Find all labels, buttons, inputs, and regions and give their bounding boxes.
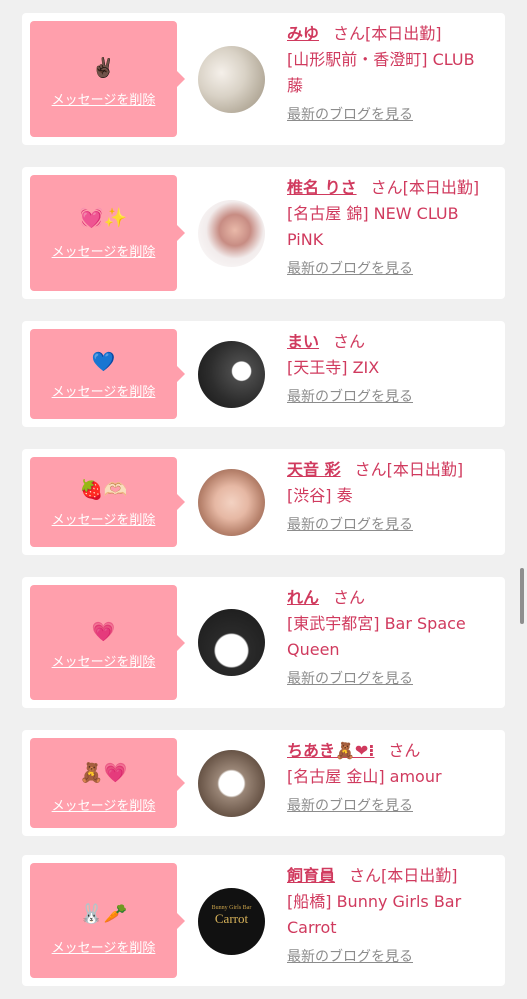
name-line: 天音 彩さん[本日出勤] (287, 457, 495, 483)
view-blog-link[interactable]: 最新のブログを見る (287, 669, 413, 689)
shop-label: [名古屋 錦] NEW CLUB PiNK (287, 204, 459, 249)
name-line: ちあき🧸❤︎⁝ さん (287, 738, 495, 764)
message-emoji: 🍓🫶🏻 (79, 479, 128, 501)
card-info: 飼育員 さん[本日出勤] [船橋] Bunny Girls Bar Carrot … (287, 863, 495, 967)
cast-name-link[interactable]: みゆ (287, 24, 319, 43)
delete-message-link[interactable]: メッセージを削除 (30, 937, 177, 956)
view-blog-link[interactable]: 最新のブログを見る (287, 105, 413, 125)
name-line: みゆ さん[本日出勤] (287, 21, 495, 47)
message-emoji: ✌🏿 (91, 57, 116, 79)
avatar[interactable]: Bunny Girls Bar Carrot (198, 888, 265, 955)
message-card: ✌🏿 メッセージを削除 みゆ さん[本日出勤] [山形駅前・香澄町] CLUB 藤… (22, 13, 505, 145)
card-info: 天音 彩さん[本日出勤] [渋谷] 奏 最新のブログを見る (287, 457, 495, 535)
message-bubble: 🍓🫶🏻 メッセージを削除 (30, 457, 185, 547)
card-info: まい さん [天王寺] ZIX 最新のブログを見る (287, 329, 495, 407)
card-info: 椎名 りさ さん[本日出勤] [名古屋 錦] NEW CLUB PiNK 最新のブ… (287, 175, 495, 279)
name-suffix: さん (333, 588, 366, 607)
name-suffix: さん[本日出勤] (349, 866, 458, 885)
avatar[interactable] (198, 200, 265, 267)
card-info: れん さん [東武宇都宮] Bar Space Queen 最新のブログを見る (287, 585, 495, 689)
delete-message-link[interactable]: メッセージを削除 (30, 795, 177, 814)
message-emoji: 💙 (91, 351, 116, 373)
shop-label: [船橋] Bunny Girls Bar Carrot (287, 892, 462, 937)
message-card: 💓✨ メッセージを削除 椎名 りさ さん[本日出勤] [名古屋 錦] NEW CL… (22, 167, 505, 299)
cast-name-link[interactable]: 椎名 りさ (287, 178, 357, 197)
name-suffix: さん[本日出勤] (354, 460, 464, 479)
message-card: 💗 メッセージを削除 れん さん [東武宇都宮] Bar Space Queen … (22, 577, 505, 708)
scrollbar[interactable] (520, 568, 524, 624)
view-blog-link[interactable]: 最新のブログを見る (287, 515, 413, 535)
message-bubble: ✌🏿 メッセージを削除 (30, 21, 185, 137)
name-suffix: さん[本日出勤] (370, 178, 480, 197)
message-card: 🐰🥕 メッセージを削除 Bunny Girls Bar Carrot 飼育員 さん… (22, 855, 505, 986)
name-suffix: さん[本日出勤] (333, 24, 442, 43)
message-bubble: 🧸💗 メッセージを削除 (30, 738, 185, 828)
view-blog-link[interactable]: 最新のブログを見る (287, 796, 413, 816)
cast-name-link[interactable]: まい (287, 332, 319, 351)
avatar[interactable] (198, 469, 265, 536)
delete-message-link[interactable]: メッセージを削除 (30, 381, 177, 400)
shop-label: [東武宇都宮] Bar Space Queen (287, 614, 466, 659)
message-emoji: 💓✨ (79, 207, 128, 229)
message-bubble: 💓✨ メッセージを削除 (30, 175, 185, 291)
cast-name-link[interactable]: れん (287, 588, 319, 607)
name-suffix: さん (333, 332, 366, 351)
cast-name-link[interactable]: ちあき🧸❤︎⁝ (287, 741, 374, 760)
name-line: 飼育員 さん[本日出勤] (287, 863, 495, 889)
shop-label: [天王寺] ZIX (287, 358, 380, 377)
message-card: 🍓🫶🏻 メッセージを削除 天音 彩さん[本日出勤] [渋谷] 奏 最新のブログを… (22, 449, 505, 555)
delete-message-link[interactable]: メッセージを削除 (30, 241, 177, 260)
card-info: ちあき🧸❤︎⁝ さん [名古屋 金山] amour 最新のブログを見る (287, 738, 495, 816)
avatar[interactable] (198, 609, 265, 676)
view-blog-link[interactable]: 最新のブログを見る (287, 947, 413, 967)
delete-message-link[interactable]: メッセージを削除 (30, 651, 177, 670)
avatar[interactable] (198, 341, 265, 408)
message-bubble: 💙 メッセージを削除 (30, 329, 185, 419)
cast-name-link[interactable]: 天音 彩 (287, 460, 341, 479)
name-line: まい さん (287, 329, 495, 355)
name-suffix: さん (388, 741, 421, 760)
message-emoji: 🧸💗 (79, 762, 128, 784)
cast-name-link[interactable]: 飼育員 (287, 866, 335, 885)
avatar-logo-main: Carrot (214, 911, 249, 926)
shop-label: [渋谷] 奏 (287, 486, 353, 505)
name-line: れん さん (287, 585, 495, 611)
name-line: 椎名 りさ さん[本日出勤] (287, 175, 495, 201)
delete-message-link[interactable]: メッセージを削除 (30, 89, 177, 108)
shop-label: [名古屋 金山] amour (287, 767, 442, 786)
message-bubble: 💗 メッセージを削除 (30, 585, 185, 700)
shop-label: [山形駅前・香澄町] CLUB 藤 (287, 50, 475, 95)
avatar[interactable] (198, 46, 265, 113)
message-emoji: 🐰🥕 (79, 903, 128, 925)
message-emoji: 💗 (91, 621, 116, 643)
view-blog-link[interactable]: 最新のブログを見る (287, 259, 413, 279)
delete-message-link[interactable]: メッセージを削除 (30, 509, 177, 528)
message-bubble: 🐰🥕 メッセージを削除 (30, 863, 185, 978)
avatar[interactable] (198, 750, 265, 817)
card-info: みゆ さん[本日出勤] [山形駅前・香澄町] CLUB 藤 最新のブログを見る (287, 21, 495, 125)
message-card: 💙 メッセージを削除 まい さん [天王寺] ZIX 最新のブログを見る (22, 321, 505, 427)
message-card: 🧸💗 メッセージを削除 ちあき🧸❤︎⁝ さん [名古屋 金山] amour 最新の… (22, 730, 505, 836)
view-blog-link[interactable]: 最新のブログを見る (287, 387, 413, 407)
